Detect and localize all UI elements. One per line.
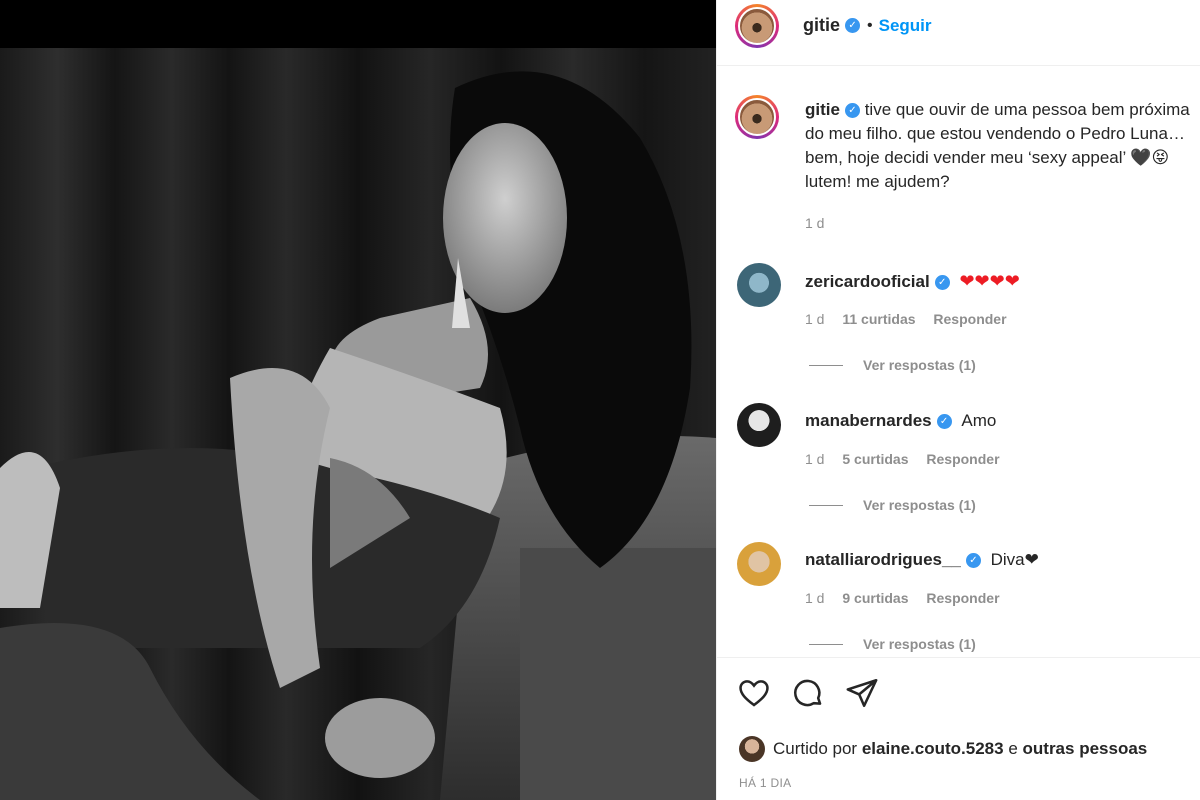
- verified-icon: ✓: [965, 553, 981, 569]
- view-replies-button[interactable]: Ver respostas (1): [809, 497, 976, 513]
- commenter-avatar[interactable]: [737, 542, 781, 586]
- verified-icon: ✓: [844, 103, 860, 119]
- caption-timestamp: 1 d: [805, 215, 825, 231]
- comment-time: 1 d: [805, 451, 825, 467]
- view-replies-label: Ver respostas (1): [863, 357, 976, 373]
- replies-divider: [809, 364, 843, 366]
- commenter-avatar[interactable]: [737, 263, 781, 307]
- post-header: gitie ✓ • Seguir: [717, 0, 1200, 66]
- comment-username[interactable]: zericardooficial: [805, 272, 930, 291]
- reply-button[interactable]: Responder: [926, 451, 999, 467]
- comments-list[interactable]: gitie ✓ tive que ouvir de uma pessoa bem …: [717, 67, 1200, 657]
- verified-icon: ✓: [845, 18, 861, 33]
- heart-icon[interactable]: [737, 676, 771, 710]
- caption-avatar[interactable]: [735, 95, 779, 139]
- follow-button[interactable]: Seguir: [879, 16, 932, 36]
- post-image: [0, 48, 716, 800]
- reply-button[interactable]: Responder: [926, 590, 999, 606]
- caption-text: gitie ✓ tive que ouvir de uma pessoa bem …: [805, 98, 1200, 194]
- comment-likes[interactable]: 5 curtidas: [842, 451, 908, 467]
- verified-icon: ✓: [936, 414, 952, 430]
- author-username[interactable]: gitie: [803, 15, 840, 36]
- view-replies-button[interactable]: Ver respostas (1): [809, 357, 976, 373]
- comment-text: Amo: [961, 411, 997, 430]
- caption-username[interactable]: gitie: [805, 100, 840, 119]
- comment-likes[interactable]: 11 curtidas: [842, 311, 915, 327]
- commenter-avatar[interactable]: [737, 403, 781, 447]
- post-side-panel: gitie ✓ • Seguir gitie ✓ tive que ouvir d…: [716, 0, 1200, 800]
- view-replies-button[interactable]: Ver respostas (1): [809, 636, 976, 652]
- share-icon[interactable]: [845, 676, 879, 710]
- replies-divider: [809, 504, 843, 506]
- post-photo[interactable]: [0, 0, 716, 800]
- liked-prefix: Curtido por: [773, 739, 858, 758]
- post-timestamp: HÁ 1 DIA: [739, 776, 792, 790]
- liked-by: Curtido por elaine.couto.5283 e outras p…: [739, 736, 1147, 762]
- replies-divider: [809, 643, 843, 645]
- comment-time: 1 d: [805, 311, 825, 327]
- comment-time: 1 d: [805, 590, 825, 606]
- post-actions: Curtido por elaine.couto.5283 e outras p…: [717, 657, 1200, 800]
- author-avatar[interactable]: [735, 4, 779, 48]
- comment-likes[interactable]: 9 curtidas: [842, 590, 908, 606]
- caption-body: tive que ouvir de uma pessoa bem próxima…: [805, 100, 1190, 191]
- liker-avatar[interactable]: [739, 736, 765, 762]
- separator-dot: •: [867, 16, 873, 34]
- liked-others-link[interactable]: outras pessoas: [1023, 739, 1148, 759]
- comment-icon[interactable]: [791, 676, 825, 710]
- comment-text: ❤❤❤❤: [959, 271, 1020, 291]
- verified-icon: ✓: [934, 275, 950, 291]
- liker-username[interactable]: elaine.couto.5283: [862, 739, 1004, 759]
- comment-username[interactable]: manabernardes: [805, 411, 932, 430]
- view-replies-label: Ver respostas (1): [863, 497, 976, 513]
- photo-top-bar: [0, 0, 716, 48]
- reply-button[interactable]: Responder: [933, 311, 1006, 327]
- liked-join: e: [1008, 739, 1018, 758]
- comment-text: Diva❤: [990, 550, 1039, 569]
- view-replies-label: Ver respostas (1): [863, 636, 976, 652]
- comment-username[interactable]: natalliarodrigues__: [805, 550, 961, 569]
